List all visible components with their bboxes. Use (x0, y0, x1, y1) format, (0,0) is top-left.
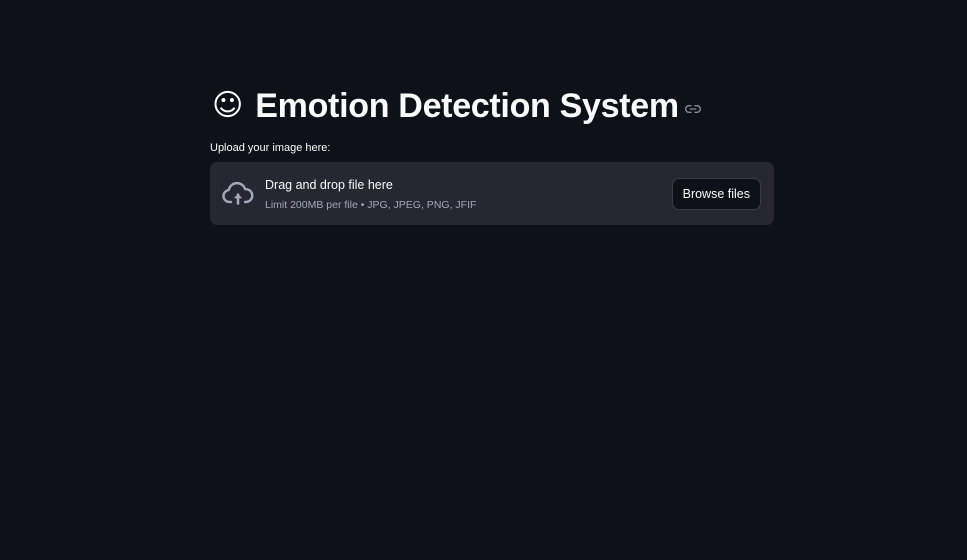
page-title: Emotion Detection System (255, 87, 679, 125)
link-icon[interactable] (684, 101, 701, 117)
smiley-icon: ☺ (212, 88, 244, 123)
dropzone-instructions: Drag and drop file here (265, 178, 393, 192)
file-dropzone[interactable]: Drag and drop file here Limit 200MB per … (210, 162, 774, 225)
upload-label: Upload your image here: (210, 142, 331, 154)
browse-files-button[interactable]: Browse files (671, 178, 761, 210)
cloud-upload-icon (222, 180, 254, 208)
page-title-row: ☺ Emotion Detection System (212, 86, 701, 126)
dropzone-limit-text: Limit 200MB per file • JPG, JPEG, PNG, J… (265, 199, 477, 211)
